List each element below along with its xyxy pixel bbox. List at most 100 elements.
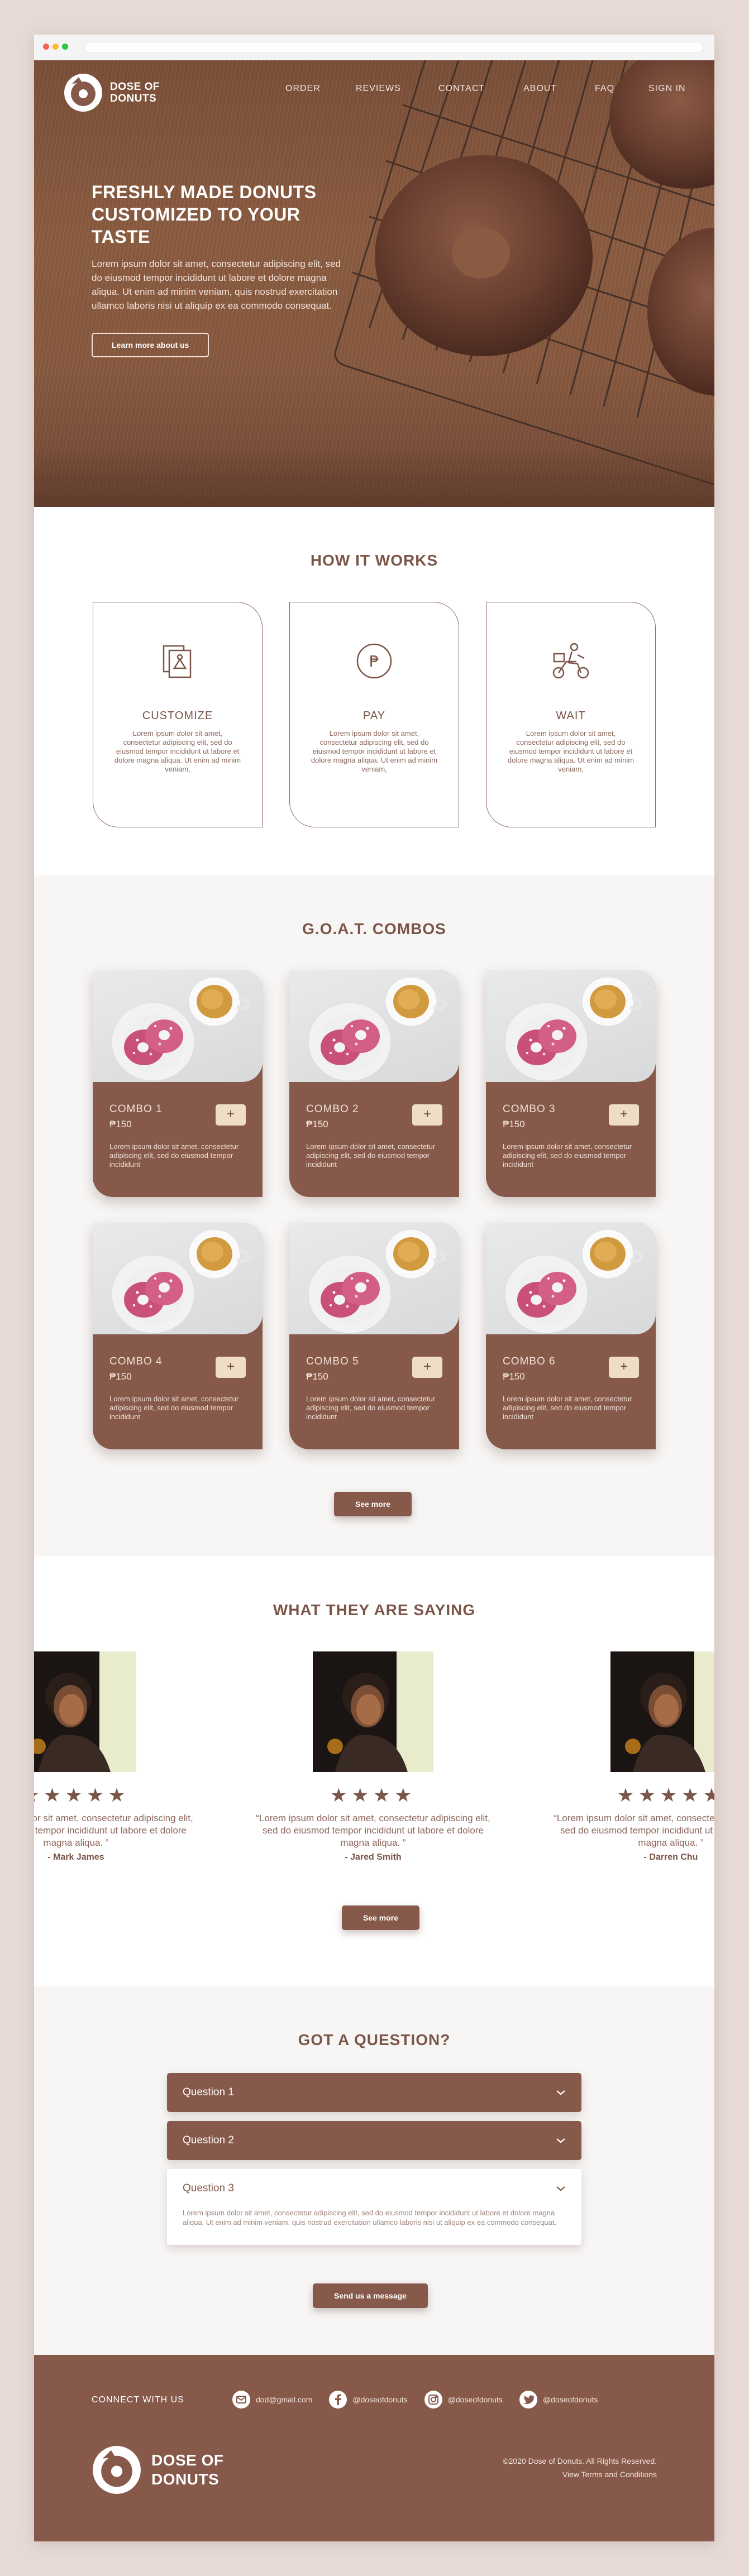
combo-card[interactable]: COMBO 5 ₱150 + Lorem ipsum dolor sit ame…	[289, 1223, 459, 1449]
nav-order[interactable]: ORDER	[285, 84, 356, 94]
delivery-rider-icon	[486, 636, 655, 686]
terms-link[interactable]: View Terms and Conditions	[562, 2470, 657, 2479]
twitter-icon	[519, 2391, 537, 2409]
maximize-dot-icon[interactable]	[62, 44, 68, 50]
social-links: dod@gmail.com @doseofdonuts @doseofdonut…	[232, 2391, 598, 2409]
testimonial-quote: “Lorem ipsum dolor sit amet, consectetur…	[554, 1813, 714, 1848]
faq-answer: Lorem ipsum dolor sit amet, consectetur …	[183, 2209, 557, 2227]
faq-question-header[interactable]: Question 2	[167, 2121, 581, 2160]
testimonial-quote: “Lorem ipsum dolor sit amet, consectetur…	[256, 1813, 490, 1848]
combo-description: Lorem ipsum dolor sit amet, consectetur …	[109, 1142, 239, 1169]
peso-coin-icon: ₱	[290, 636, 459, 686]
star-icon: ★	[87, 1785, 108, 1806]
footer-logo-line-1: DOSE OF	[151, 2451, 224, 2469]
footer-logo[interactable]: DOSE OF DONUTS	[90, 2443, 224, 2497]
hero-floor-shadow	[34, 446, 714, 507]
customer-photo	[34, 1651, 136, 1772]
combo-photo	[289, 1223, 459, 1334]
star-icon: ★	[617, 1785, 639, 1806]
add-to-cart-button[interactable]: +	[216, 1104, 246, 1126]
customer-photo	[610, 1651, 714, 1772]
social-facebook[interactable]: @doseofdonuts	[329, 2391, 408, 2409]
star-icon: ★	[330, 1785, 352, 1806]
coffee-donut-photo	[504, 976, 643, 1081]
faq-item: Question 2	[167, 2121, 581, 2160]
testimonials-title: WHAT THEY ARE SAYING	[273, 1601, 476, 1619]
step-title: CUSTOMIZE	[142, 710, 213, 722]
learn-more-button[interactable]: Learn more about us	[92, 333, 209, 357]
testimonials-see-more-button[interactable]: See more	[342, 1905, 420, 1930]
faq-question-header[interactable]: Question 3	[167, 2169, 581, 2208]
add-to-cart-button[interactable]: +	[412, 1357, 442, 1378]
combo-description: Lorem ipsum dolor sit amet, consectetur …	[306, 1142, 436, 1169]
combo-card[interactable]: COMBO 2 ₱150 + Lorem ipsum dolor sit ame…	[289, 970, 459, 1197]
combo-card[interactable]: COMBO 4 ₱150 + Lorem ipsum dolor sit ame…	[93, 1223, 263, 1449]
svg-text:₱: ₱	[369, 652, 379, 671]
browser-chrome	[34, 35, 714, 60]
facebook-icon	[329, 2391, 347, 2409]
social-facebook-label: @doseofdonuts	[352, 2395, 408, 2404]
combo-card[interactable]: COMBO 1 ₱150 + Lorem ipsum dolor sit ame…	[93, 970, 263, 1197]
chevron-down-icon	[556, 2090, 565, 2095]
site-logo[interactable]: DOSE OF DONUTS	[62, 71, 160, 114]
send-message-button[interactable]: Send us a message	[313, 2283, 428, 2308]
step-body: Lorem ipsum dolor sit amet, consectetur …	[114, 729, 241, 773]
customer-photo	[313, 1651, 433, 1772]
faq-question: Question 3	[183, 2182, 234, 2194]
nav-sign-in[interactable]: SIGN IN	[648, 84, 699, 94]
nav-reviews[interactable]: REVIEWS	[356, 84, 438, 94]
star-icon: ★	[638, 1785, 660, 1806]
testimonial-card: ★★★★★ “Lorem ipsum dolor sit amet, conse…	[34, 1651, 196, 1862]
coffee-donut-photo	[308, 1229, 447, 1334]
social-email[interactable]: dod@gmail.com	[232, 2391, 312, 2409]
hero-copy: FRESHLY MADE DONUTS CUSTOMIZED TO YOUR T…	[92, 181, 349, 357]
combo-card[interactable]: COMBO 3 ₱150 + Lorem ipsum dolor sit ame…	[486, 970, 656, 1197]
coffee-donut-photo	[308, 976, 447, 1081]
step-title: WAIT	[556, 710, 586, 722]
nav-faq[interactable]: FAQ	[595, 84, 648, 94]
combo-description: Lorem ipsum dolor sit amet, consectetur …	[306, 1395, 436, 1421]
add-to-cart-button[interactable]: +	[609, 1104, 639, 1126]
logo-line-2: DONUTS	[110, 93, 157, 104]
faq-question-header[interactable]: Question 1	[167, 2073, 581, 2112]
combo-grid: COMBO 1 ₱150 + Lorem ipsum dolor sit ame…	[93, 970, 656, 1449]
star-icon: ★	[351, 1785, 373, 1806]
how-it-works-section: HOW IT WORKS CUSTOMIZE Lorem ipsum dolor…	[34, 507, 714, 875]
combo-info: COMBO 1 ₱150 + Lorem ipsum dolor sit ame…	[93, 1082, 263, 1169]
how-title: HOW IT WORKS	[310, 552, 438, 569]
donut-logo-icon	[93, 2446, 141, 2494]
browser-window: DOSE OF DONUTS ORDER REVIEWS CONTACT ABO…	[34, 35, 714, 2541]
combo-info: COMBO 2 ₱150 + Lorem ipsum dolor sit ame…	[289, 1082, 459, 1169]
social-twitter[interactable]: @doseofdonuts	[519, 2391, 598, 2409]
star-icon: ★	[65, 1785, 87, 1806]
combo-info: COMBO 5 ₱150 + Lorem ipsum dolor sit ame…	[289, 1334, 459, 1421]
minimize-dot-icon[interactable]	[53, 44, 59, 50]
combo-card[interactable]: COMBO 6 ₱150 + Lorem ipsum dolor sit ame…	[486, 1223, 656, 1449]
nav-about[interactable]: ABOUT	[523, 84, 595, 94]
combos-see-more-button[interactable]: See more	[334, 1492, 412, 1516]
window-controls	[43, 44, 68, 50]
social-email-label: dod@gmail.com	[256, 2395, 313, 2404]
combo-photo	[486, 970, 656, 1082]
testimonial-card: ★★★★★ “Lorem ipsum dolor sit amet, conse…	[551, 1651, 714, 1862]
add-to-cart-button[interactable]: +	[216, 1357, 246, 1378]
add-to-cart-button[interactable]: +	[609, 1357, 639, 1378]
add-to-cart-button[interactable]: +	[412, 1104, 442, 1126]
hero-title: FRESHLY MADE DONUTS CUSTOMIZED TO YOUR T…	[92, 182, 317, 247]
star-icon: ★	[108, 1785, 130, 1806]
social-instagram[interactable]: @doseofdonuts	[424, 2391, 503, 2409]
combos-title: G.O.A.T. COMBOS	[302, 920, 446, 937]
nav-contact[interactable]: CONTACT	[438, 84, 523, 94]
address-bar[interactable]	[84, 42, 703, 53]
step-body: Lorem ipsum dolor sit amet, consectetur …	[311, 729, 438, 773]
step-card-customize: CUSTOMIZE Lorem ipsum dolor sit amet, co…	[93, 602, 263, 827]
testimonial-quote: “Lorem ipsum dolor sit amet, consectetur…	[34, 1813, 193, 1848]
faq-question: Question 2	[183, 2134, 234, 2146]
close-dot-icon[interactable]	[43, 44, 49, 50]
faq-item: Question 1	[167, 2073, 581, 2112]
combo-description: Lorem ipsum dolor sit amet, consectetur …	[109, 1395, 239, 1421]
combo-description: Lorem ipsum dolor sit amet, consectetur …	[503, 1395, 632, 1421]
copyright-text: ©2020 Dose of Donuts. All Rights Reserve…	[503, 2457, 657, 2465]
combo-info: COMBO 4 ₱150 + Lorem ipsum dolor sit ame…	[93, 1334, 263, 1421]
hero-body: Lorem ipsum dolor sit amet, consectetur …	[92, 258, 341, 311]
